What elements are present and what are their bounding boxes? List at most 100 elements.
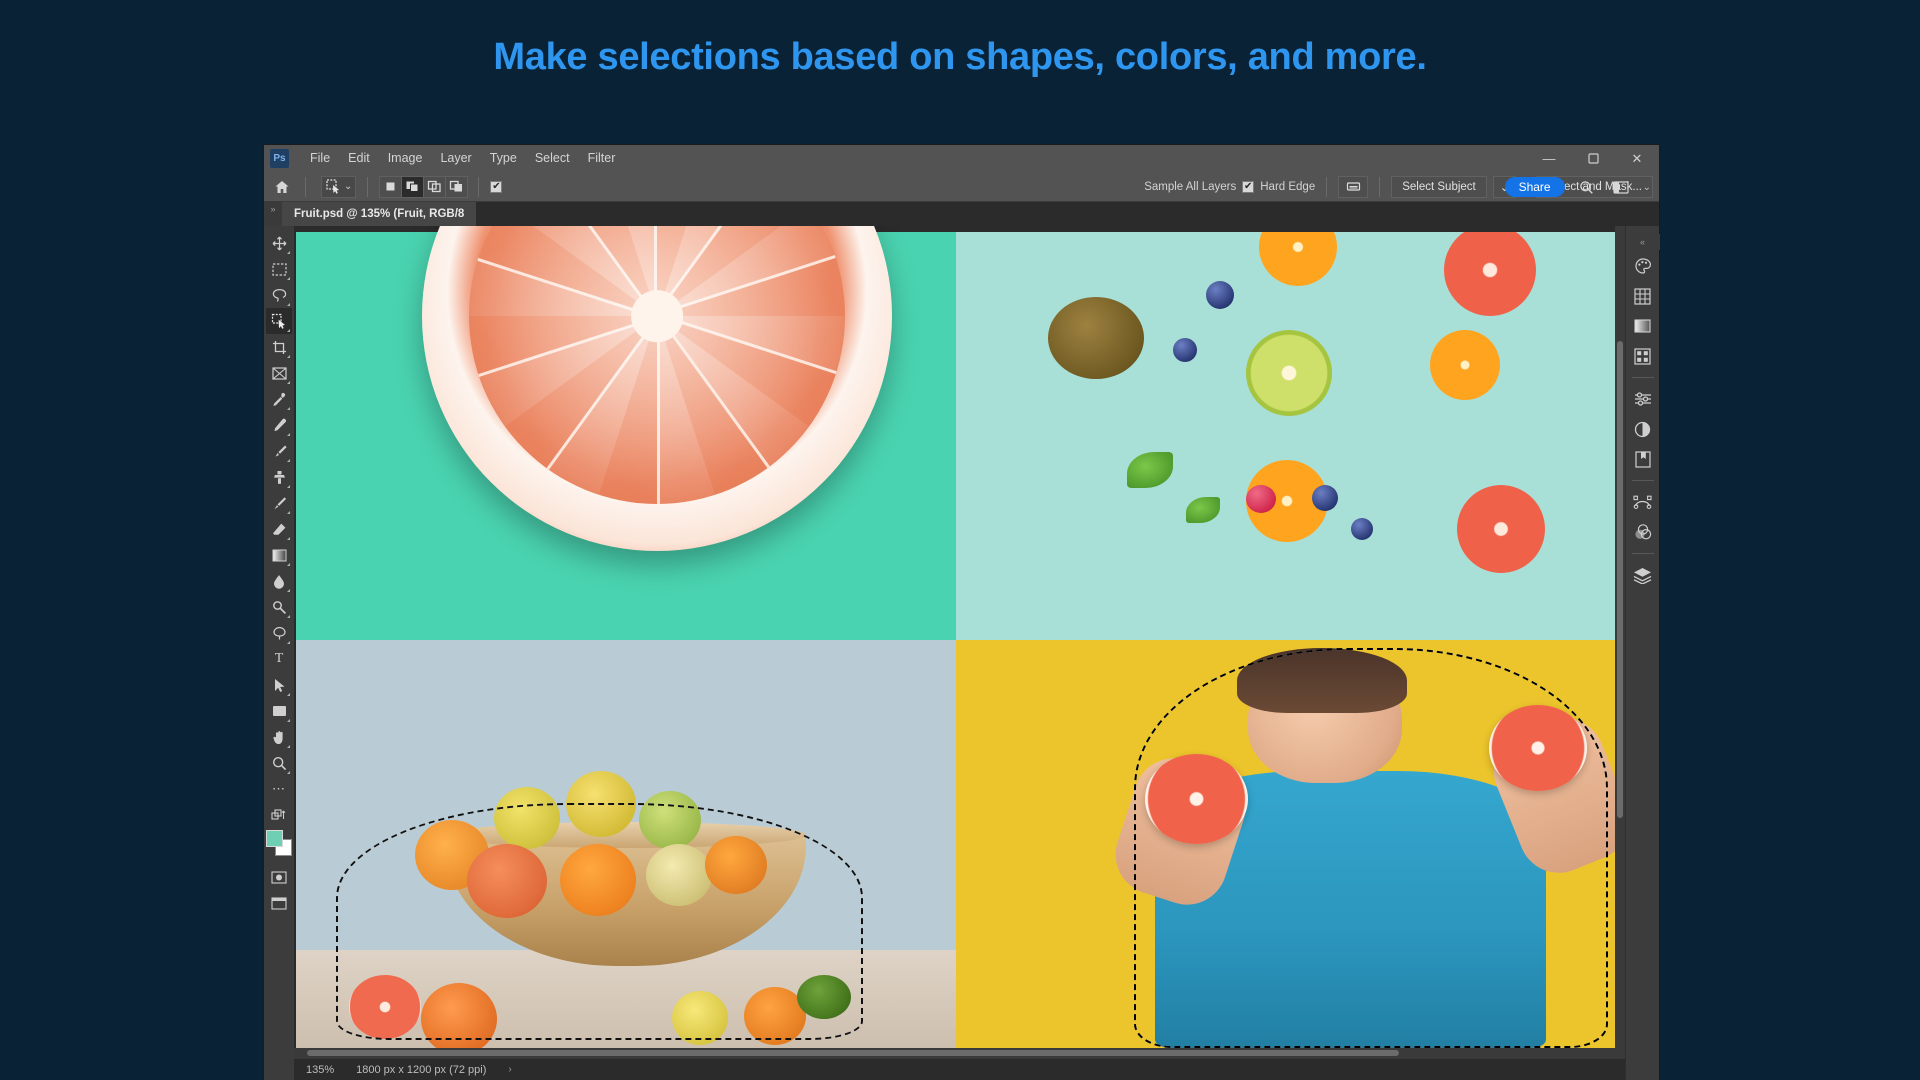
window-controls: — ✕ [1527,145,1659,172]
crop-tool[interactable] [266,334,292,360]
switch-colors-icon[interactable] [266,802,292,828]
canvas-area[interactable]: 135% 1800 px x 1200 px (72 ppi) › [294,226,1625,1080]
tool-preset-chevron-icon[interactable]: ⌄ [344,181,352,192]
intersect-with-selection-button[interactable] [445,175,469,198]
spot-healing-brush-tool[interactable] [266,412,292,438]
panels-rail: « [1625,226,1660,1080]
workspace-body: T ⋯ 135% 1800 px x 1200 px (72 ppi) › « [264,226,1660,1080]
share-button[interactable]: Share [1504,177,1565,197]
rectangular-marquee-tool[interactable] [266,256,292,282]
canvas-horizontal-scrollbar[interactable] [294,1048,1625,1058]
sample-all-layers-label[interactable]: Sample All Layers [1144,181,1236,193]
edit-toolbar-tool[interactable]: ⋯ [266,776,292,802]
divider [1631,377,1654,378]
tools-panel: T ⋯ [264,226,294,1080]
menu-item-file[interactable]: File [301,145,339,172]
menu-item-edit[interactable]: Edit [339,145,379,172]
blur-tool[interactable] [266,568,292,594]
maximize-button[interactable] [1571,145,1615,172]
paths-panel-icon[interactable] [1629,488,1657,516]
photoshop-window: Ps File Edit Image Layer Type Select Fil… [264,145,1660,1080]
eyedropper-tool[interactable] [266,386,292,412]
dodge-tool[interactable] [266,594,292,620]
channels-panel-icon[interactable] [1629,518,1657,546]
quick-mask-icon[interactable] [266,864,292,890]
swatches-panel-icon[interactable] [1629,282,1657,310]
eraser-tool[interactable] [266,516,292,542]
pen-tool[interactable] [266,620,292,646]
gradients-panel-icon[interactable] [1629,312,1657,340]
document-canvas[interactable] [294,226,1625,1048]
options-bar-right-group: Share ⌄ [1504,172,1651,202]
divider [478,176,480,197]
document-dimensions: 1800 px x 1200 px (72 ppi) [356,1063,487,1076]
selection-mode-group [379,175,469,198]
menu-item-filter[interactable]: Filter [579,145,625,172]
divider [1631,480,1654,481]
zoom-tool[interactable] [266,750,292,776]
color-swatches[interactable] [266,830,292,856]
home-icon[interactable] [270,176,294,198]
hard-edge-label[interactable]: Hard Edge [1260,181,1315,193]
add-to-selection-button[interactable] [401,175,425,198]
canvas-vertical-scrollbar[interactable] [1615,226,1625,1048]
menu-item-layer[interactable]: Layer [431,145,480,172]
close-button[interactable]: ✕ [1615,145,1659,172]
layers-panel-icon[interactable] [1629,561,1657,589]
hard-edge-checkbox[interactable]: ✔ [1242,180,1255,193]
boy-selection-marching-ants [1134,648,1608,1048]
minimize-button[interactable]: — [1527,145,1571,172]
foreground-color-swatch[interactable] [266,830,283,847]
type-tool[interactable]: T [266,646,292,672]
new-selection-button[interactable] [379,175,403,198]
boy-with-grapefruit-photo[interactable] [955,640,1615,1048]
maximize-icon [1587,153,1599,164]
divider [1631,553,1654,554]
divider [1379,176,1381,197]
color-panel-icon[interactable] [1629,252,1657,280]
rectangle-tool[interactable] [266,698,292,724]
adjustments-panel-icon[interactable] [1629,385,1657,413]
move-tool[interactable] [266,230,292,256]
history-brush-tool[interactable] [266,490,292,516]
document-tab-fruit[interactable]: Fruit.psd @ 135% (Fruit, RGB/8 [282,202,478,226]
properties-panel-icon[interactable] [1629,415,1657,443]
boy-subject[interactable] [1105,640,1615,1048]
menu-item-type[interactable]: Type [481,145,526,172]
hand-tool[interactable] [266,724,292,750]
collapse-panels-icon[interactable]: « [1625,234,1660,250]
status-expand-icon[interactable]: › [508,1064,511,1075]
menu-item-image[interactable]: Image [379,145,432,172]
brush-tool[interactable] [266,438,292,464]
divider [1326,176,1328,197]
photoshop-logo-icon: Ps [270,149,289,168]
select-subject-button[interactable]: Select Subject [1391,175,1487,198]
subtract-from-selection-button[interactable] [423,175,447,198]
search-icon[interactable] [1575,176,1599,198]
panel-expand-icon[interactable]: » [264,202,282,226]
page-title: Make selections based on shapes, colors,… [493,36,1427,78]
libraries-panel-icon[interactable] [1629,445,1657,473]
document-tab-bar: » Fruit.psd @ 135% (Fruit, RGB/8 [264,202,1659,226]
options-bar: ⌄ ✔ Sample All Layers ✔ Hard Edge Select… [264,172,1659,202]
active-tool-preset[interactable]: ⌄ [321,175,357,198]
quick-selection-tool[interactable] [266,308,292,334]
path-selection-tool[interactable] [266,672,292,698]
menu-bar: Ps File Edit Image Layer Type Select Fil… [264,145,1659,172]
workspace-icon[interactable] [1609,176,1633,198]
clone-stamp-tool[interactable] [266,464,292,490]
brush-settings-button[interactable] [1338,175,1369,198]
lasso-tool[interactable] [266,282,292,308]
zoom-level[interactable]: 135% [306,1064,334,1076]
gradient-tool[interactable] [266,542,292,568]
patterns-panel-icon[interactable] [1629,342,1657,370]
menu-item-select[interactable]: Select [526,145,579,172]
divider [305,176,306,197]
frame-tool[interactable] [266,360,292,386]
workspace-chevron-icon[interactable]: ⌄ [1643,182,1651,193]
divider [367,176,369,197]
screen-mode-icon[interactable] [266,890,292,916]
enhance-edge-checkbox[interactable]: ✔ [490,180,503,193]
fruit-bowl-photo[interactable] [296,640,956,1048]
mixed-fruit-flatlay-photo[interactable] [955,232,1615,640]
